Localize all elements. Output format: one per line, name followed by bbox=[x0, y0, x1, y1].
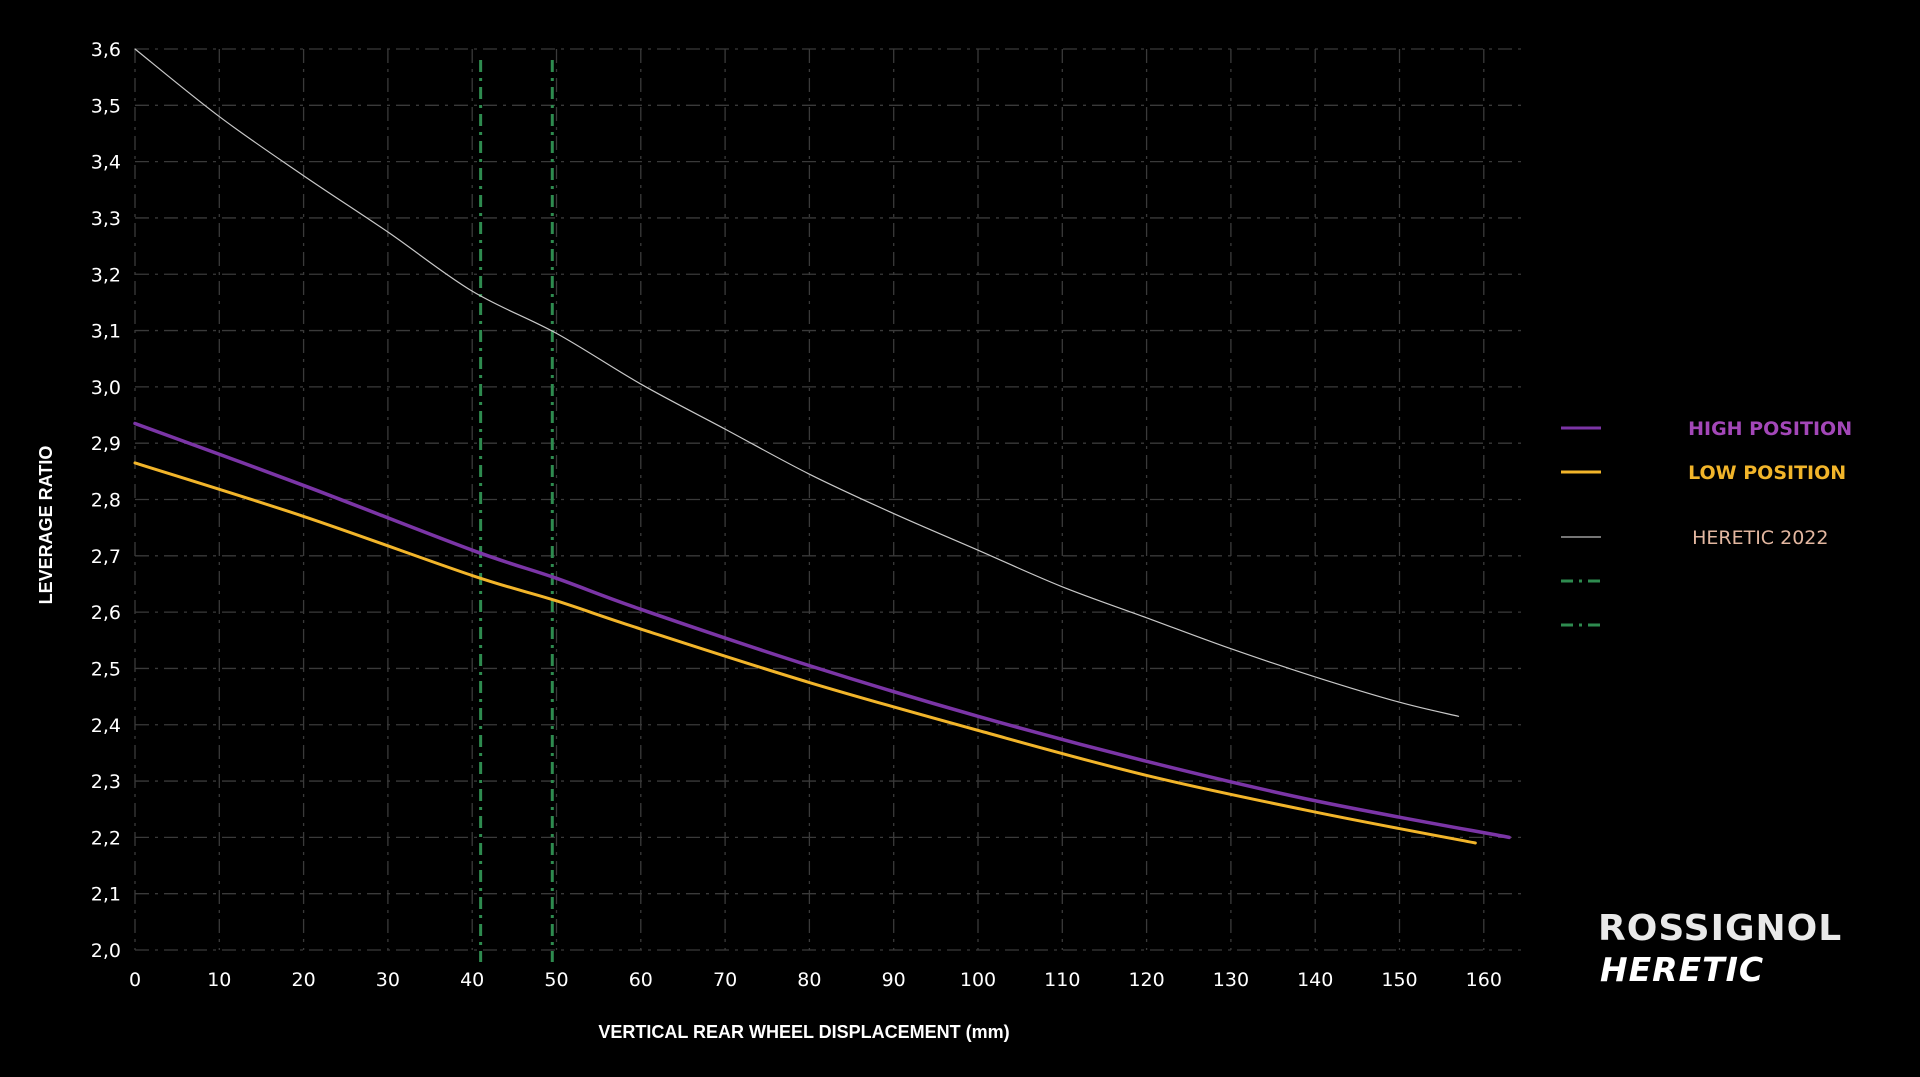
y-tick-label: 2,2 bbox=[91, 827, 121, 849]
y-tick-label: 2,8 bbox=[91, 490, 121, 512]
y-tick-label: 2,1 bbox=[91, 884, 121, 906]
x-tick-label: 0 bbox=[129, 969, 141, 991]
series-lines bbox=[133, 48, 1511, 845]
legend-entry-low: RATIO LOW POSITION bbox=[1612, 462, 1846, 484]
x-axis-ticks: 0 10 20 30 40 50 60 70 80 90 100 110 120 130 140 150 160 bbox=[129, 969, 1502, 991]
legend-heretic-prefix: RATIO bbox=[1612, 527, 1676, 549]
legend-heretic-suffix: HERETIC 2022 bbox=[1692, 527, 1828, 549]
x-tick-label: 160 bbox=[1466, 969, 1502, 991]
y-tick-label: 2,5 bbox=[91, 658, 121, 680]
y-tick-label: 3,3 bbox=[91, 208, 121, 230]
legend-low-prefix: RATIO bbox=[1612, 462, 1676, 484]
y-tick-label: 3,6 bbox=[91, 39, 121, 61]
y-tick-label: 2,9 bbox=[91, 433, 121, 455]
legend-high-prefix: RATIO bbox=[1612, 418, 1676, 440]
y-tick-label: 3,5 bbox=[91, 95, 121, 117]
legend: RATIO HIGH POSITION RATIO LOW POSITION R… bbox=[1561, 418, 1852, 637]
legend-low-suffix: LOW POSITION bbox=[1688, 462, 1846, 484]
series-line bbox=[133, 461, 1477, 845]
legend-entry-high: RATIO HIGH POSITION bbox=[1612, 418, 1852, 440]
legend-entry-sag25: 25% SAG bbox=[1612, 571, 1700, 593]
y-tick-label: 2,0 bbox=[91, 940, 121, 962]
x-tick-label: 140 bbox=[1297, 969, 1333, 991]
y-axis-label: LEVERAGE RATIO bbox=[36, 446, 56, 605]
series-line bbox=[133, 421, 1511, 840]
brand-logo: ROSSIGNOL bbox=[1598, 908, 1843, 949]
x-tick-label: 40 bbox=[460, 969, 484, 991]
y-tick-label: 2,4 bbox=[91, 715, 121, 737]
x-tick-label: 80 bbox=[797, 969, 821, 991]
x-tick-label: 70 bbox=[713, 969, 737, 991]
x-tick-label: 20 bbox=[292, 969, 316, 991]
sag-lines bbox=[479, 60, 554, 962]
x-tick-label: 90 bbox=[882, 969, 906, 991]
y-tick-label: 3,0 bbox=[91, 377, 121, 399]
x-tick-label: 120 bbox=[1128, 969, 1164, 991]
x-axis-label: VERTICAL REAR WHEEL DISPLACEMENT (mm) bbox=[598, 1022, 1009, 1042]
y-tick-label: 2,7 bbox=[91, 546, 121, 568]
legend-entry-heretic: RATIO HERETIC 2022 bbox=[1612, 527, 1828, 549]
legend-high-suffix: HIGH POSITION bbox=[1688, 418, 1852, 440]
x-tick-label: 60 bbox=[629, 969, 653, 991]
y-tick-label: 3,1 bbox=[91, 321, 121, 343]
model-logo: HERETIC bbox=[1600, 950, 1765, 989]
x-tick-label: 130 bbox=[1213, 969, 1249, 991]
x-tick-label: 30 bbox=[376, 969, 400, 991]
y-axis-ticks: 2,0 2,1 2,2 2,3 2,4 2,5 2,6 2,7 2,8 2,9 3,0 3,1 3,2 3… bbox=[91, 39, 121, 962]
x-tick-label: 150 bbox=[1381, 969, 1417, 991]
x-tick-label: 100 bbox=[960, 969, 996, 991]
y-tick-label: 2,6 bbox=[91, 602, 121, 624]
legend-entry-sag30: 30% SAG bbox=[1612, 615, 1700, 637]
y-tick-label: 2,3 bbox=[91, 771, 121, 793]
x-tick-label: 10 bbox=[207, 969, 231, 991]
y-tick-label: 3,2 bbox=[91, 264, 121, 286]
x-tick-label: 110 bbox=[1044, 969, 1080, 991]
series-line bbox=[134, 48, 1460, 717]
x-tick-label: 50 bbox=[544, 969, 568, 991]
y-tick-label: 3,4 bbox=[91, 152, 121, 174]
